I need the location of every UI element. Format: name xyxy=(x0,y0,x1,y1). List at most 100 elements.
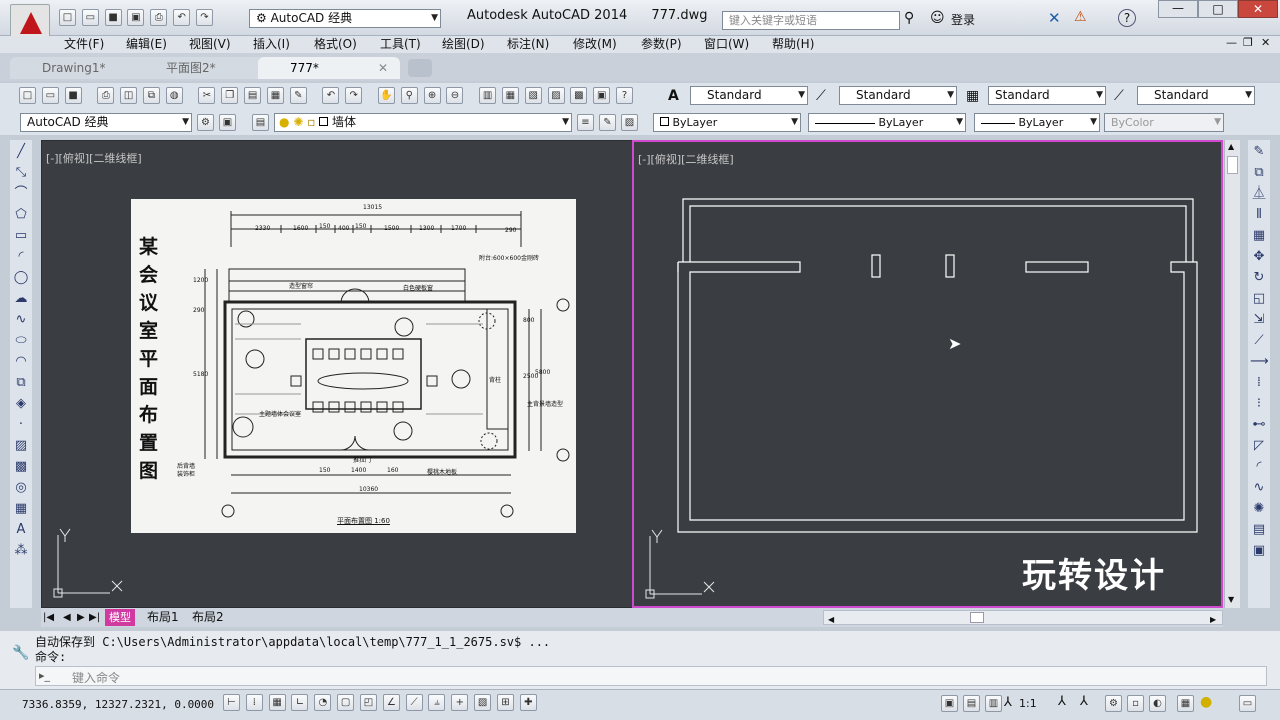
menu-view[interactable]: 视图(V) xyxy=(189,36,231,53)
maximize-icon[interactable]: □ xyxy=(1198,0,1238,18)
autodesk-app-icon[interactable]: ⚠ xyxy=(1074,9,1087,25)
paste-icon[interactable]: ▤ xyxy=(244,87,262,104)
offset-icon[interactable]: ⫴ xyxy=(1250,206,1268,224)
hscroll-thumb[interactable] xyxy=(970,612,984,623)
mleader-style-dropdown[interactable]: Standard ▼ xyxy=(1137,86,1255,105)
isolate-objects-icon[interactable]: ▦ xyxy=(1177,695,1194,712)
ellipse-icon[interactable]: ⬭ xyxy=(12,332,30,350)
scroll-left-icon[interactable]: ◀ xyxy=(828,610,834,629)
revision-cloud-icon[interactable]: ☁ xyxy=(12,290,30,308)
infer-constraints-icon[interactable]: ⊢ xyxy=(223,694,240,711)
workspace-settings-icon[interactable]: ⚙ xyxy=(197,114,214,131)
doc-restore-icon[interactable]: ❐ xyxy=(1243,36,1253,49)
gradient-icon[interactable]: ▩ xyxy=(12,458,30,476)
spline-icon[interactable]: ∿ xyxy=(12,311,30,329)
quick-properties-icon[interactable]: ⊞ xyxy=(496,694,514,711)
tab-nav-first-icon[interactable]: |◀ xyxy=(43,608,54,627)
polyline-icon[interactable]: ⌒ xyxy=(12,185,30,203)
save-icon[interactable]: ■ xyxy=(104,9,122,26)
properties-icon[interactable]: ▥ xyxy=(479,87,497,104)
draworder-icon[interactable]: ▤ xyxy=(1250,521,1268,539)
dim-style-dropdown[interactable]: Standard ▼ xyxy=(839,86,957,105)
layer-previous-icon[interactable]: ✎ xyxy=(599,114,616,131)
sheet-set-icon[interactable]: ▨ xyxy=(547,87,565,104)
doc-minimize-icon[interactable]: — xyxy=(1226,36,1237,49)
scroll-thumb[interactable] xyxy=(1227,156,1238,174)
annotation-visibility-icon[interactable]: ⅄ xyxy=(1058,694,1066,709)
text-style-dropdown[interactable]: Standard ▼ xyxy=(690,86,808,105)
tab-close-icon[interactable]: ✕ xyxy=(378,57,388,79)
tab-nav-prev-icon[interactable]: ◀ xyxy=(63,608,71,627)
model-space-icon[interactable]: ▣ xyxy=(941,695,958,712)
dynamic-input-icon[interactable]: ⫨ xyxy=(428,694,446,711)
insert-block-icon[interactable]: ⧉ xyxy=(12,374,30,392)
tab-drawing1[interactable]: Drawing1* xyxy=(10,57,152,79)
extend-icon[interactable]: ⟶ xyxy=(1250,353,1269,371)
new-file-icon[interactable]: □ xyxy=(59,9,76,26)
open-icon[interactable]: ▭ xyxy=(41,87,59,104)
redo-icon[interactable]: ↷ xyxy=(345,87,363,104)
publish-icon[interactable]: ⧉ xyxy=(142,87,160,104)
group-icon[interactable]: ▣ xyxy=(1250,542,1268,560)
scroll-right-icon[interactable]: ▶ xyxy=(1210,610,1216,629)
zoom-window-icon[interactable]: ⊕ xyxy=(423,87,441,104)
annotation-scale[interactable]: 1:1 xyxy=(1019,697,1037,710)
menu-file[interactable]: 文件(F) xyxy=(64,36,104,53)
search-input[interactable]: 键入关键字或短语 xyxy=(722,11,900,30)
design-center-icon[interactable]: ▦ xyxy=(501,87,519,104)
menu-window[interactable]: 窗口(W) xyxy=(704,36,749,53)
line-icon[interactable]: ╱ xyxy=(12,143,30,161)
paste-special-icon[interactable]: ▦ xyxy=(266,87,284,104)
copy-object-icon[interactable]: ⧉ xyxy=(1250,164,1268,182)
erase-icon[interactable]: ✎ xyxy=(1250,143,1268,161)
point-icon[interactable]: · xyxy=(12,416,30,434)
save-as-icon[interactable]: ▣ xyxy=(127,9,145,26)
auto-scale-icon[interactable]: ⅄ xyxy=(1080,694,1088,709)
help-button[interactable]: ? xyxy=(1118,9,1136,27)
circle-icon[interactable]: ◯ xyxy=(12,269,30,287)
hardware-accel-icon[interactable]: ◐ xyxy=(1149,695,1166,712)
menu-format[interactable]: 格式(O) xyxy=(314,36,357,53)
markup-icon[interactable]: ▩ xyxy=(570,87,588,104)
stretch-icon[interactable]: ⇲ xyxy=(1250,311,1268,329)
menu-modify[interactable]: 修改(M) xyxy=(573,36,617,53)
lineweight-icon[interactable]: + xyxy=(451,694,469,711)
horizontal-scrollbar[interactable]: ◀ ▶ xyxy=(823,610,1223,625)
new-tab-button[interactable] xyxy=(408,59,432,77)
tab-layout1[interactable]: 布局1 xyxy=(147,608,179,627)
3d-osnap-icon[interactable]: ◰ xyxy=(359,694,377,711)
tab-layout2[interactable]: 布局2 xyxy=(192,608,224,627)
pan-icon[interactable]: ✋ xyxy=(377,87,395,104)
menu-parametric[interactable]: 参数(P) xyxy=(641,36,682,53)
blend-curves-icon[interactable]: ∿ xyxy=(1250,479,1268,497)
undo-icon[interactable]: ↶ xyxy=(322,87,340,104)
tab-model[interactable]: 模型 xyxy=(105,609,135,626)
break-at-point-icon[interactable]: ⁞ xyxy=(1250,374,1268,392)
object-snap-icon[interactable]: ▢ xyxy=(337,694,355,711)
viewport-left[interactable]: [-][俯视][二维线框] 某会议室平面布置图 13015 2330 1600 … xyxy=(41,140,633,608)
construction-line-icon[interactable]: ⤡ xyxy=(12,164,30,182)
minimize-icon[interactable]: — xyxy=(1158,0,1198,18)
viewport-right[interactable]: [-][俯视][二维线框] ➤ 玩转设计 xyxy=(632,140,1223,608)
doc-close-icon[interactable]: ✕ xyxy=(1261,36,1270,49)
tab-plan2[interactable]: 平面图2* xyxy=(134,57,276,79)
rotate-icon[interactable]: ↻ xyxy=(1250,269,1268,287)
explode-icon[interactable]: ✺ xyxy=(1250,500,1268,518)
quick-view-layouts-icon[interactable]: ▤ xyxy=(963,695,980,712)
tab-nav-last-icon[interactable]: ▶| xyxy=(89,608,100,627)
save-icon[interactable]: ■ xyxy=(64,87,82,104)
zoom-realtime-icon[interactable]: ⚲ xyxy=(400,87,418,104)
ellipse-arc-icon[interactable]: ◠ xyxy=(12,353,30,371)
3d-print-icon[interactable]: ◍ xyxy=(165,87,183,104)
qnew-icon[interactable]: □ xyxy=(19,87,36,104)
lock-ui-icon[interactable]: ▫ xyxy=(1127,695,1144,712)
mtext-icon[interactable]: A xyxy=(12,521,30,539)
region-icon[interactable]: ◎ xyxy=(12,479,30,497)
clean-screen-icon[interactable]: ▭ xyxy=(1239,695,1256,712)
polar-tracking-icon[interactable]: ◔ xyxy=(314,694,332,711)
layer-dropdown[interactable]: ● ✺ ▫ 墙体 ▼ xyxy=(274,113,572,132)
undo-icon[interactable]: ↶ xyxy=(173,9,191,26)
menu-draw[interactable]: 绘图(D) xyxy=(442,36,485,53)
tool-palettes-icon[interactable]: ▧ xyxy=(524,87,542,104)
break-icon[interactable]: ⁝ xyxy=(1250,395,1268,413)
